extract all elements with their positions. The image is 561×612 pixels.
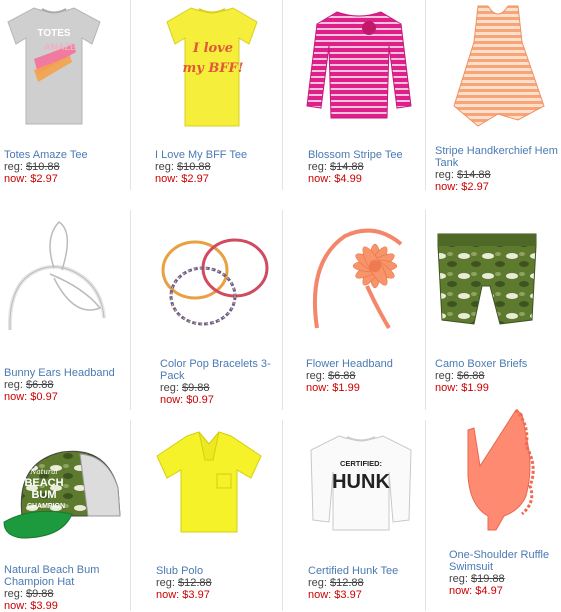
product-name-link[interactable]: Blossom Stripe Tee bbox=[308, 149, 403, 161]
product-card[interactable]: Camo Boxer Briefs reg: $6.88 now: $1.99 bbox=[426, 210, 561, 410]
sale-price: now: $2.97 bbox=[155, 173, 209, 185]
product-name-link[interactable]: Slub Polo bbox=[156, 565, 212, 577]
svg-text:HUNK: HUNK bbox=[332, 471, 390, 493]
regular-price: reg: $12.88 bbox=[308, 577, 364, 589]
regular-price: reg: $19.88 bbox=[449, 573, 505, 585]
white-hunk-tee-icon[interactable]: CERTIFIED: HUNK bbox=[307, 432, 415, 532]
product-card[interactable]: Color Pop Bracelets 3-Pack reg: $9.88 no… bbox=[131, 210, 282, 410]
product-name-link[interactable]: One-Shoulder Ruffle Swimsuit bbox=[449, 549, 561, 573]
svg-text:my BFF!: my BFF! bbox=[183, 61, 244, 76]
sale-price: now: $1.99 bbox=[435, 382, 489, 394]
product-card[interactable]: One-Shoulder Ruffle Swimsuit reg: $19.88… bbox=[426, 409, 561, 611]
sale-price: now: $3.99 bbox=[4, 600, 58, 612]
product-name-link[interactable]: Bunny Ears Headband bbox=[4, 367, 115, 379]
product-name-link[interactable]: Camo Boxer Briefs bbox=[435, 358, 527, 370]
svg-text:AMAZE: AMAZE bbox=[44, 42, 76, 52]
regular-price: reg: $12.88 bbox=[156, 577, 212, 589]
product-card[interactable]: Flower Headband reg: $6.88 now: $1.99 bbox=[283, 210, 425, 410]
yellow-tee-icon[interactable]: I love my BFF! bbox=[163, 4, 261, 128]
regular-price: reg: $6.88 bbox=[435, 370, 485, 382]
bunny-ears-headband-icon[interactable] bbox=[4, 218, 114, 338]
regular-price: reg: $9.88 bbox=[4, 588, 54, 600]
bracelets-icon[interactable] bbox=[157, 230, 273, 332]
svg-text:BUM: BUM bbox=[31, 489, 56, 501]
svg-text:Natural: Natural bbox=[29, 468, 57, 476]
sale-price: now: $3.97 bbox=[308, 589, 362, 601]
sale-price: now: $0.97 bbox=[4, 391, 58, 403]
pink-stripe-tee-icon[interactable] bbox=[305, 6, 413, 122]
regular-price: reg: $10.88 bbox=[4, 161, 60, 173]
svg-text:TOTES: TOTES bbox=[37, 28, 70, 39]
stripe-tank-icon[interactable] bbox=[448, 2, 548, 130]
product-name-link[interactable]: Certified Hunk Tee bbox=[308, 565, 398, 577]
product-name-link[interactable]: Natural Beach Bum Champion Hat bbox=[4, 564, 124, 588]
regular-price: reg: $14.88 bbox=[308, 161, 364, 173]
sale-price: now: $2.97 bbox=[435, 181, 489, 193]
regular-price: reg: $14.88 bbox=[435, 169, 491, 181]
product-name-link[interactable]: Color Pop Bracelets 3-Pack bbox=[160, 358, 275, 382]
sale-price: now: $2.97 bbox=[4, 173, 58, 185]
gray-tee-icon[interactable]: TOTES AMAZE bbox=[4, 4, 104, 126]
camo-boxer-icon[interactable] bbox=[434, 230, 540, 330]
product-card[interactable]: TOTES AMAZE Totes Amaze Tee reg: $10.88 … bbox=[0, 0, 130, 190]
product-card[interactable]: CERTIFIED: HUNK Certified Hunk Tee reg: … bbox=[283, 420, 425, 611]
product-card[interactable]: Natural BEACH BUM CHAMPION Natural Beach… bbox=[0, 420, 130, 612]
product-card[interactable]: I love my BFF! I Love My BFF Tee reg: $1… bbox=[131, 0, 282, 190]
svg-text:CERTIFIED:: CERTIFIED: bbox=[340, 459, 382, 468]
product-name-link[interactable]: Flower Headband bbox=[306, 358, 393, 370]
sale-price: now: $0.97 bbox=[160, 394, 214, 406]
product-card[interactable]: Blossom Stripe Tee reg: $14.88 now: $4.9… bbox=[283, 0, 425, 190]
sale-price: now: $3.97 bbox=[156, 589, 210, 601]
svg-text:I love: I love bbox=[192, 41, 233, 56]
sale-price: now: $1.99 bbox=[306, 382, 360, 394]
product-name-link[interactable]: I Love My BFF Tee bbox=[155, 149, 247, 161]
yellow-polo-icon[interactable] bbox=[153, 430, 265, 534]
regular-price: reg: $9.88 bbox=[160, 382, 210, 394]
regular-price: reg: $6.88 bbox=[306, 370, 356, 382]
product-grid: TOTES AMAZE Totes Amaze Tee reg: $10.88 … bbox=[0, 0, 561, 612]
product-name-link[interactable]: Stripe Handkerchief Hem Tank bbox=[435, 145, 561, 169]
product-card[interactable]: Stripe Handkerchief Hem Tank reg: $14.88… bbox=[426, 0, 561, 193]
svg-text:BEACH: BEACH bbox=[24, 477, 63, 489]
sale-price: now: $4.97 bbox=[449, 585, 503, 597]
ruffle-swimsuit-icon[interactable] bbox=[460, 406, 540, 538]
sale-price: now: $4.99 bbox=[308, 173, 362, 185]
svg-text:CHAMPION: CHAMPION bbox=[27, 503, 65, 510]
product-card[interactable]: Bunny Ears Headband reg: $6.88 now: $0.9… bbox=[0, 210, 130, 410]
regular-price: reg: $10.88 bbox=[155, 161, 211, 173]
product-card[interactable]: Slub Polo reg: $12.88 now: $3.97 bbox=[131, 420, 282, 611]
regular-price: reg: $6.88 bbox=[4, 379, 54, 391]
camo-cap-icon[interactable]: Natural BEACH BUM CHAMPION bbox=[2, 442, 126, 542]
product-name-link[interactable]: Totes Amaze Tee bbox=[4, 149, 88, 161]
flower-headband-icon[interactable] bbox=[305, 222, 415, 332]
